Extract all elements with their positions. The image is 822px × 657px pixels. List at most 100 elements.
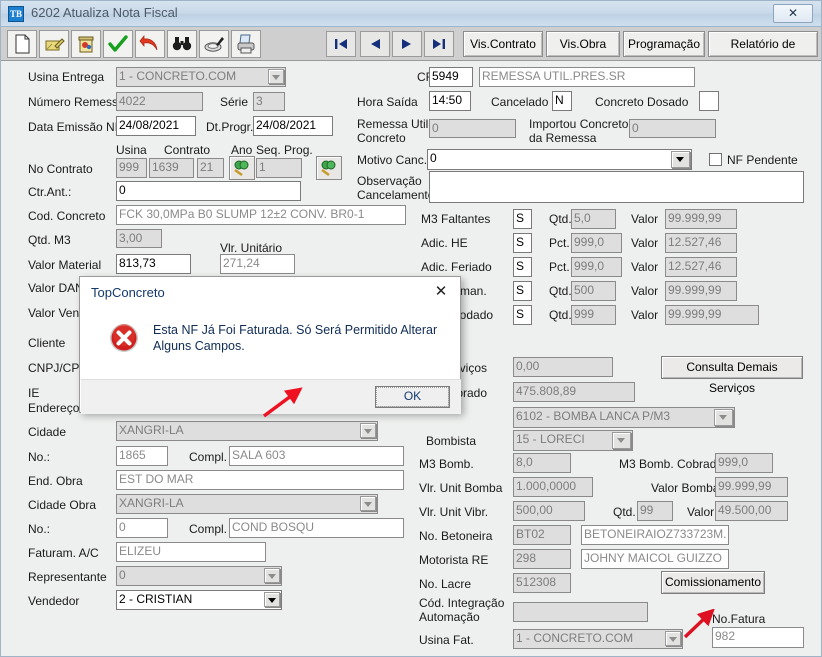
cod-integracao-field[interactable] bbox=[513, 602, 648, 622]
chevron-down-icon[interactable] bbox=[360, 423, 376, 438]
edit-pencil-icon[interactable] bbox=[39, 30, 69, 58]
m3-faltantes-flag-field[interactable]: S bbox=[513, 209, 532, 229]
chevron-down-icon[interactable] bbox=[665, 631, 681, 646]
nav-first-button[interactable] bbox=[326, 31, 356, 57]
cidade-obra-combo[interactable]: XANGRI-LA bbox=[116, 494, 378, 514]
comissionamento-button[interactable]: Comissionamento bbox=[661, 571, 765, 594]
chevron-down-icon[interactable] bbox=[671, 151, 690, 168]
adic-feriado-pct-field[interactable]: 999,0 bbox=[571, 257, 622, 277]
bombista-combo[interactable]: 15 - LORECI bbox=[513, 430, 633, 451]
valor-material-field[interactable]: 813,73 bbox=[116, 254, 191, 274]
remessa-util-concreto-field[interactable]: 0 bbox=[429, 119, 516, 138]
dt-progr-field[interactable]: 24/08/2021 bbox=[253, 116, 333, 136]
numero-remessa-field[interactable]: 4022 bbox=[116, 92, 203, 111]
nav-next-button[interactable] bbox=[392, 31, 422, 57]
cancelado-field[interactable]: N bbox=[552, 91, 572, 111]
chevron-down-icon[interactable] bbox=[360, 496, 376, 511]
qtd-vibr-field[interactable]: 99 bbox=[637, 501, 673, 521]
nav-last-button[interactable] bbox=[424, 31, 454, 57]
vlr-unitario-field[interactable]: 271,24 bbox=[220, 254, 295, 274]
representante-combo[interactable]: 0 bbox=[116, 566, 282, 586]
hora-saida-field[interactable]: 14:50 bbox=[429, 91, 471, 111]
ctr-ant-field[interactable]: 0 bbox=[116, 181, 301, 201]
m3-bomb-cobrado-field[interactable]: 999,0 bbox=[715, 453, 773, 473]
vis-contrato-button[interactable]: Vis.Contrato bbox=[463, 31, 543, 57]
relatorio-viagem-button[interactable]: Relatório de Viagem bbox=[708, 31, 818, 75]
close-icon[interactable]: ✕ bbox=[773, 4, 813, 23]
demais-servicos-field[interactable]: 0,00 bbox=[513, 357, 613, 377]
cfop-code-field[interactable]: 5949 bbox=[429, 67, 473, 87]
motorista-re-desc-field[interactable]: JOHNY MAICOL GUIZZO bbox=[581, 549, 729, 569]
search-binoculars-icon[interactable] bbox=[167, 30, 197, 58]
vlr-unit-bomba-field[interactable]: 1.000,0000 bbox=[513, 477, 593, 497]
m3-faltantes-qtd-field[interactable]: 5,0 bbox=[571, 209, 616, 229]
ok-button[interactable]: OK bbox=[375, 386, 450, 408]
adic-rodado-valor-field[interactable]: 99.999,99 bbox=[665, 305, 759, 325]
adic-he-valor-field[interactable]: 12.527,46 bbox=[665, 233, 737, 253]
seq-prog-field[interactable]: 1 bbox=[256, 158, 302, 178]
vlr-unit-vibr-field[interactable]: 500,00 bbox=[513, 501, 585, 521]
no-cidade-field[interactable]: 1865 bbox=[116, 446, 168, 466]
adic-rodado-flag-field[interactable]: S bbox=[513, 305, 532, 325]
adic-perman-valor-field[interactable]: 99.999,99 bbox=[665, 281, 737, 301]
vendedor-combo[interactable]: 2 - CRISTIAN bbox=[116, 590, 282, 610]
end-obra-field[interactable]: EST DO MAR bbox=[116, 470, 404, 490]
vis-obra-button[interactable]: Vis.Obra bbox=[546, 31, 620, 57]
faturam-ac-field[interactable]: ELIZEU bbox=[116, 542, 266, 562]
delete-trash-icon[interactable] bbox=[71, 30, 101, 58]
adic-feriado-flag-field[interactable]: S bbox=[513, 257, 532, 277]
qtd-m3-field[interactable]: 3,00 bbox=[116, 229, 162, 248]
consulta-demais-servicos-button[interactable]: Consulta Demais Serviços bbox=[661, 356, 803, 395]
no-betoneira-code-field[interactable]: BT02 bbox=[513, 525, 571, 545]
m3-faltantes-valor-field[interactable]: 99.999,99 bbox=[665, 209, 737, 229]
usina-contrato-field[interactable]: 999 bbox=[116, 158, 147, 178]
chevron-down-icon[interactable] bbox=[264, 592, 280, 607]
no-betoneira-desc-field[interactable]: BETONEIRAIOZ733723M. bbox=[581, 525, 729, 545]
close-icon[interactable]: ✕ bbox=[430, 282, 452, 302]
motorista-re-code-field[interactable]: 298 bbox=[513, 549, 571, 569]
new-document-icon[interactable] bbox=[7, 30, 37, 58]
chevron-down-icon[interactable] bbox=[268, 69, 284, 84]
undo-arrow-icon[interactable] bbox=[135, 30, 165, 58]
observacao-cancelamento-field[interactable] bbox=[429, 171, 804, 203]
ano-field[interactable]: 21 bbox=[197, 158, 224, 178]
motivo-canc-combo[interactable]: 0 bbox=[427, 149, 692, 170]
chevron-down-icon[interactable] bbox=[264, 568, 280, 583]
chevron-down-icon[interactable] bbox=[612, 432, 631, 449]
adic-he-pct-field[interactable]: 999,0 bbox=[571, 233, 622, 253]
compl-obra-field[interactable]: COND BOSQU bbox=[229, 518, 404, 538]
servico-bomba-combo[interactable]: 6102 - BOMBA LANCA P/M3 bbox=[513, 407, 735, 428]
usina-fat-combo[interactable]: 1 - CONCRETO.COM bbox=[513, 629, 683, 649]
preview-icon[interactable] bbox=[199, 30, 229, 58]
adic-perman-qtd-field[interactable]: 500 bbox=[571, 281, 616, 301]
contrato-lookup-icon[interactable] bbox=[229, 156, 255, 180]
contrato-field[interactable]: 1639 bbox=[149, 158, 194, 178]
compl-cidade-field[interactable]: SALA 603 bbox=[229, 446, 404, 466]
importou-concreto-field[interactable]: 0 bbox=[629, 119, 716, 138]
adic-rodado-qtd-field[interactable]: 999 bbox=[571, 305, 616, 325]
adic-he-flag-field[interactable]: S bbox=[513, 233, 532, 253]
no-fatura-field[interactable]: 982 bbox=[712, 627, 804, 648]
adic-perman-flag-field[interactable]: S bbox=[513, 281, 532, 301]
total-cobrado-field[interactable]: 475.808,89 bbox=[513, 382, 635, 402]
valor-bomba-field[interactable]: 99.999,99 bbox=[715, 477, 788, 497]
valor-vibr-field[interactable]: 49.500,00 bbox=[715, 501, 788, 521]
data-emissao-nf-field[interactable]: 24/08/2021 bbox=[116, 116, 196, 136]
serie-field[interactable]: 3 bbox=[253, 92, 285, 111]
cidade-combo[interactable]: XANGRI-LA bbox=[116, 421, 378, 441]
no-lacre-field[interactable]: 512308 bbox=[513, 573, 571, 593]
m3-bomb-field[interactable]: 8,0 bbox=[513, 453, 571, 473]
no-obra-field[interactable]: 0 bbox=[116, 518, 168, 538]
adic-feriado-valor-field[interactable]: 12.527,46 bbox=[665, 257, 737, 277]
nf-pendente-checkbox[interactable] bbox=[709, 153, 722, 166]
programacao-button[interactable]: Programação bbox=[623, 31, 705, 57]
print-icon[interactable] bbox=[231, 30, 261, 58]
confirm-check-icon[interactable] bbox=[103, 30, 133, 58]
concreto-dosado-checkbox[interactable] bbox=[699, 91, 719, 111]
usina-entrega-combo[interactable]: 1 - CONCRETO.COM bbox=[116, 67, 286, 87]
nav-prev-button[interactable] bbox=[360, 31, 390, 57]
chevron-down-icon[interactable] bbox=[714, 409, 733, 426]
cfop-desc-field[interactable]: REMESSA UTIL.PRES.SR bbox=[479, 67, 695, 87]
seq-prog-lookup-icon[interactable] bbox=[316, 156, 342, 180]
cod-concreto-field[interactable]: FCK 30,0MPa B0 SLUMP 12±2 CONV. BR0-1 bbox=[116, 205, 406, 225]
